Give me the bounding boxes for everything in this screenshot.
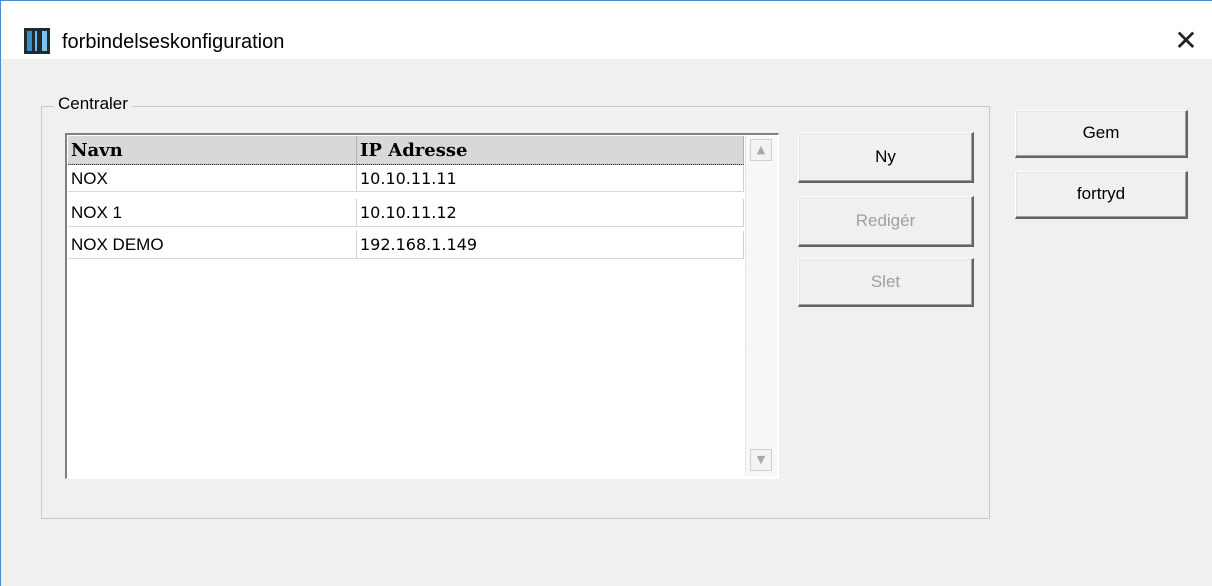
dialog-window: forbindelseskonfiguration ✕ Centraler Na… — [0, 0, 1212, 586]
close-icon[interactable]: ✕ — [1169, 24, 1203, 58]
list-row[interactable]: NOX DEMO 192.168.1.149 — [68, 231, 744, 259]
cell-ip: 10.10.11.11 — [357, 164, 744, 192]
scroll-up-icon[interactable]: ▲ — [750, 139, 772, 161]
cell-navn: NOX DEMO — [68, 231, 357, 259]
gem-button[interactable]: Gem — [1015, 110, 1188, 158]
fortryd-button[interactable]: fortryd — [1015, 171, 1188, 219]
cell-navn: NOX 1 — [68, 199, 357, 227]
cell-ip: 10.10.11.12 — [357, 199, 744, 227]
list-header: Navn IP Adresse — [68, 136, 744, 165]
column-header-navn[interactable]: Navn — [68, 136, 357, 164]
centraler-listview[interactable]: Navn IP Adresse NOX 10.10.11.11 NOX 1 10… — [65, 133, 779, 479]
window-title: forbindelseskonfiguration — [62, 31, 285, 53]
app-icon — [24, 28, 50, 54]
vertical-scrollbar[interactable]: ▲ ▼ — [745, 136, 777, 476]
slet-button[interactable]: Slet — [798, 258, 974, 307]
scroll-down-icon[interactable]: ▼ — [750, 449, 772, 471]
cell-ip: 192.168.1.149 — [357, 231, 744, 259]
title-bar: forbindelseskonfiguration ✕ — [1, 1, 1212, 59]
groupbox-legend: Centraler — [54, 94, 132, 114]
list-row[interactable]: NOX 1 10.10.11.12 — [68, 199, 744, 227]
list-row[interactable]: NOX 10.10.11.11 — [68, 164, 744, 192]
cell-navn: NOX — [68, 164, 357, 192]
ny-button[interactable]: Ny — [798, 132, 974, 183]
column-header-ip-adresse[interactable]: IP Adresse — [357, 136, 744, 164]
rediger-button[interactable]: Redigér — [798, 196, 974, 247]
